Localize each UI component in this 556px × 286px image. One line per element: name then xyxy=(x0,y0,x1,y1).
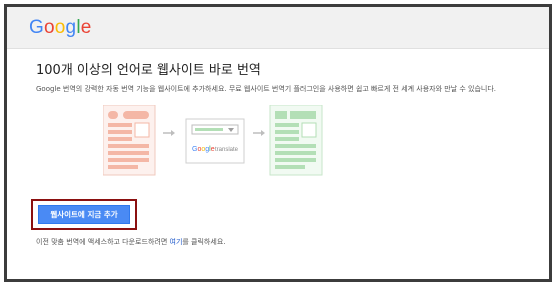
translate-widget: Google translate xyxy=(185,118,245,164)
footer-note: 이전 맞춤 번역에 액세스하고 다운로드하려면 여기를 클릭하세요. xyxy=(36,237,225,247)
google-logo[interactable]: Google xyxy=(29,17,92,39)
header-bar: Google xyxy=(7,7,549,49)
translation-illustration: Google translate xyxy=(103,105,323,176)
here-link[interactable]: 여기 xyxy=(170,238,183,246)
logo-letter: o xyxy=(43,17,55,38)
window-frame: Google 100개 이상의 언어로 웹사이트 바로 번역 Google 번역… xyxy=(4,4,552,282)
page-title: 100개 이상의 언어로 웹사이트 바로 번역 xyxy=(36,63,261,78)
add-to-website-button[interactable]: 웹사이트에 지금 추가 xyxy=(38,205,130,224)
widget-word: translate xyxy=(215,147,239,153)
arrow-right-icon xyxy=(163,130,175,136)
translated-page-icon xyxy=(269,105,323,176)
page-description: Google 번역의 강력한 자동 번역 기능을 웹사이트에 추가하세요. 무료… xyxy=(36,85,497,93)
widget-brand: Google xyxy=(192,146,215,153)
arrow-right-icon xyxy=(253,130,265,136)
logo-letter: e xyxy=(80,17,92,38)
logo-letter: G xyxy=(29,17,44,38)
logo-letter: o xyxy=(54,17,66,38)
cta-highlight-outline: 웹사이트에 지금 추가 xyxy=(31,199,137,230)
source-page-icon xyxy=(103,105,156,176)
logo-letter: g xyxy=(65,17,77,38)
footer-text-after: 를 클릭하세요. xyxy=(182,238,226,246)
footer-text-before: 이전 맞춤 번역에 액세스하고 다운로드하려면 xyxy=(36,238,170,246)
